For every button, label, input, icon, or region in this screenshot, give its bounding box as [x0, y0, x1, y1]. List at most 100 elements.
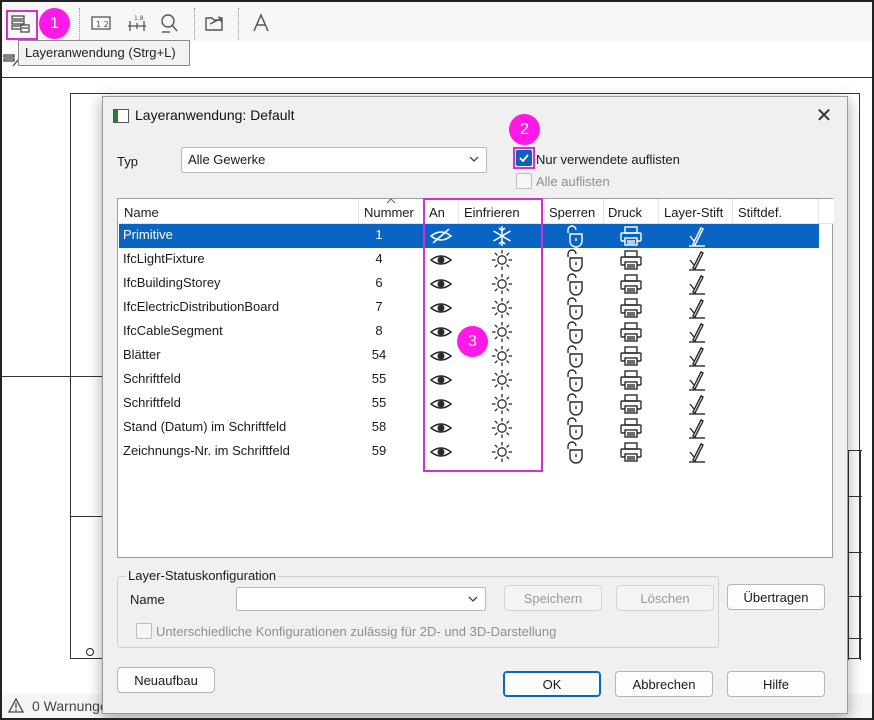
column-header-freeze[interactable]: Einfrieren — [464, 205, 520, 220]
unlock-icon[interactable] — [562, 344, 588, 368]
layer-number: 55 — [371, 395, 387, 410]
unlock-icon[interactable] — [562, 224, 588, 248]
table-row[interactable]: IfcBuildingStorey 6 — [119, 272, 819, 296]
unlock-icon[interactable] — [562, 416, 588, 440]
table-row[interactable]: IfcLightFixture 4 — [119, 248, 819, 272]
eye-icon[interactable] — [428, 344, 454, 368]
table-row[interactable]: Primitive 1 — [119, 224, 819, 248]
printer-icon[interactable] — [618, 416, 644, 440]
printer-icon[interactable] — [618, 224, 644, 248]
close-icon[interactable]: ✕ — [813, 105, 835, 127]
printer-icon[interactable] — [618, 320, 644, 344]
sun-icon[interactable] — [489, 440, 515, 464]
sun-icon[interactable] — [489, 344, 515, 368]
snowflake-icon[interactable] — [489, 224, 515, 248]
layer-dialog: Layeranwendung: Default ✕ Typ Alle Gewer… — [102, 96, 848, 714]
eye-icon[interactable] — [428, 272, 454, 296]
column-header-print[interactable]: Druck — [608, 205, 642, 220]
printer-icon[interactable] — [618, 440, 644, 464]
status-config-title: Layer-Statuskonfiguration — [126, 568, 279, 583]
column-header-layer-pen[interactable]: Layer-Stift — [664, 205, 723, 220]
eye-icon[interactable] — [428, 392, 454, 416]
pen-icon[interactable] — [684, 224, 710, 248]
pen-icon[interactable] — [684, 248, 710, 272]
table-row[interactable]: Zeichnungs-Nr. im Schriftfeld 59 — [119, 440, 819, 464]
pen-icon[interactable] — [684, 296, 710, 320]
pen-icon[interactable] — [684, 416, 710, 440]
layer-number: 6 — [375, 275, 383, 290]
column-header-visible[interactable]: An — [429, 205, 445, 220]
drawing-line — [2, 376, 102, 377]
dialog-title: Layeranwendung: Default — [135, 107, 295, 123]
open-folder-icon[interactable] — [202, 10, 228, 36]
dimension-icon[interactable]: 1.8 — [124, 10, 150, 36]
pen-icon[interactable] — [684, 368, 710, 392]
eye-icon[interactable] — [428, 416, 454, 440]
unlock-icon[interactable] — [562, 368, 588, 392]
unlock-icon[interactable] — [562, 440, 588, 464]
table-row[interactable]: IfcElectricDistributionBoard 7 — [119, 296, 819, 320]
table-row[interactable]: Schriftfeld 55 — [119, 368, 819, 392]
save-button[interactable]: Speichern — [504, 585, 602, 611]
column-header-pen-def[interactable]: Stiftdef. — [738, 205, 782, 220]
printer-icon[interactable] — [618, 392, 644, 416]
eye-icon[interactable] — [428, 368, 454, 392]
sort-ascending-icon — [386, 198, 396, 204]
pen-icon[interactable] — [684, 392, 710, 416]
pen-icon[interactable] — [684, 344, 710, 368]
printer-icon[interactable] — [618, 368, 644, 392]
printer-icon[interactable] — [618, 344, 644, 368]
eye-hidden-icon[interactable] — [428, 224, 454, 248]
layer-number: 7 — [375, 299, 383, 314]
printer-icon[interactable] — [618, 248, 644, 272]
sun-icon[interactable] — [489, 416, 515, 440]
list-all-checkbox[interactable] — [516, 173, 532, 189]
sun-icon[interactable] — [489, 296, 515, 320]
unlock-icon[interactable] — [562, 320, 588, 344]
status-config-group: Layer-Statuskonfiguration Name Speichern… — [117, 568, 719, 648]
ok-button[interactable]: OK — [503, 671, 601, 697]
help-button[interactable]: Hilfe — [727, 671, 825, 697]
eye-icon[interactable] — [428, 248, 454, 272]
sun-icon[interactable] — [489, 368, 515, 392]
eye-icon[interactable] — [428, 320, 454, 344]
pen-icon[interactable] — [684, 272, 710, 296]
step-badge-1: 1 — [39, 8, 70, 39]
unlock-icon[interactable] — [562, 248, 588, 272]
sun-icon[interactable] — [489, 248, 515, 272]
warning-icon — [8, 698, 24, 713]
transfer-button[interactable]: Übertragen — [727, 584, 825, 610]
printer-icon[interactable] — [618, 272, 644, 296]
layer-number: 54 — [371, 347, 387, 362]
zoom-find-icon[interactable] — [156, 10, 182, 36]
column-header-name[interactable]: Name — [124, 205, 159, 220]
eye-icon[interactable] — [428, 296, 454, 320]
delete-button[interactable]: Löschen — [616, 585, 714, 611]
step-badge-2: 2 — [509, 114, 540, 145]
toolbar-highlight — [6, 10, 38, 40]
sun-icon[interactable] — [489, 272, 515, 296]
config-name-select[interactable] — [236, 587, 486, 611]
sun-icon[interactable] — [489, 392, 515, 416]
table-row[interactable]: Schriftfeld 55 — [119, 392, 819, 416]
eye-icon[interactable] — [428, 440, 454, 464]
unlock-icon[interactable] — [562, 392, 588, 416]
pen-icon[interactable] — [684, 320, 710, 344]
type-select[interactable]: Alle Gewerke — [181, 147, 487, 173]
only-used-checkbox[interactable] — [516, 150, 532, 166]
column-header-lock[interactable]: Sperren — [549, 205, 595, 220]
text-icon[interactable] — [248, 10, 274, 36]
drawing-line — [848, 638, 862, 639]
table-row[interactable]: Stand (Datum) im Schriftfeld 58 — [119, 416, 819, 440]
unlock-icon[interactable] — [562, 296, 588, 320]
sun-icon[interactable] — [489, 320, 515, 344]
diff-config-checkbox[interactable] — [136, 623, 152, 639]
column-header-number[interactable]: Nummer — [364, 205, 414, 220]
unlock-icon[interactable] — [562, 272, 588, 296]
cancel-button[interactable]: Abbrechen — [615, 671, 713, 697]
list-all-label: Alle auflisten — [536, 174, 610, 189]
numbering-icon[interactable]: 1 2 — [88, 10, 114, 36]
pen-icon[interactable] — [684, 440, 710, 464]
printer-icon[interactable] — [618, 296, 644, 320]
rebuild-button[interactable]: Neuaufbau — [117, 667, 215, 693]
